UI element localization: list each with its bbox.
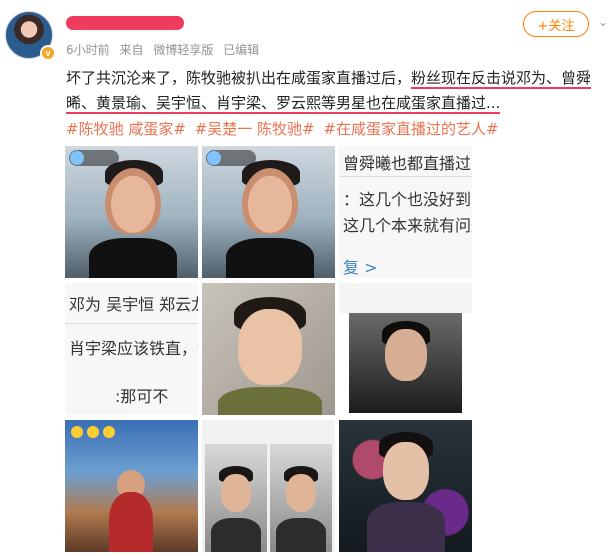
chevron-down-icon[interactable]: ⌄ bbox=[596, 14, 610, 30]
post-header: v 6小时前 来自 微博轻享版 已编辑 +关注 ⌄ bbox=[0, 0, 613, 62]
image-text-card-2[interactable]: 邓为 吴宇恒 郑云龙 肖宇梁应该铁直，谈 :那可不 bbox=[65, 283, 198, 415]
hashtag-row: #陈牧驰 咸蛋家# #吴楚一 陈牧驰# #在咸蛋家直播过的艺人# bbox=[66, 118, 606, 140]
post-header-strip bbox=[339, 283, 472, 313]
face-shape bbox=[238, 309, 302, 385]
image-magazine-post[interactable] bbox=[339, 283, 472, 415]
face-shape bbox=[286, 474, 316, 512]
face-shape bbox=[105, 168, 161, 234]
image-livestream-2[interactable] bbox=[202, 146, 335, 278]
shirt-shape bbox=[211, 518, 261, 552]
magazine-photo bbox=[349, 313, 462, 413]
jacket-shape bbox=[218, 387, 322, 415]
divider bbox=[339, 176, 472, 177]
image-floral-portrait[interactable] bbox=[339, 420, 472, 552]
text-card-line-1: 邓为 吴宇恒 郑云龙 bbox=[69, 295, 198, 314]
image-portrait-selfie[interactable] bbox=[202, 283, 335, 415]
text-card-line-1: 曾舜曦也都直播过 bbox=[343, 154, 472, 173]
person-shape bbox=[109, 492, 153, 552]
tank-top-shape bbox=[89, 238, 177, 278]
post-edited: 已编辑 bbox=[223, 43, 260, 57]
post-text-part1: 坏了共沉沦来了，陈牧驰被扒出在咸蛋家直播过后， bbox=[66, 69, 412, 87]
text-card-line-2: 肖宇梁应该铁直，谈 bbox=[69, 339, 198, 358]
shirt-shape bbox=[276, 518, 326, 552]
image-grid: 曾舜曦也都直播过 ：这几个也没好到哪 这几个本来就有问题 复 > 邓为 吴宇恒 … bbox=[65, 146, 472, 556]
gift-icon bbox=[87, 426, 99, 438]
tank-top-shape bbox=[226, 238, 314, 278]
face-shape bbox=[242, 168, 298, 234]
hashtag-1[interactable]: #陈牧驰 咸蛋家# bbox=[66, 120, 186, 138]
hashtag-2[interactable]: #吴楚一 陈牧驰# bbox=[195, 120, 315, 138]
body-shape bbox=[367, 502, 445, 552]
gift-icon bbox=[71, 426, 83, 438]
post-body: 坏了共沉沦来了，陈牧驰被扒出在咸蛋家直播过后，粉丝现在反击说邓为、曾舜晞、黄景瑜… bbox=[66, 66, 606, 116]
hashtag-3[interactable]: #在咸蛋家直播过的艺人# bbox=[323, 120, 498, 138]
stream-panel-left bbox=[205, 444, 267, 552]
text-card-line-3: :那可不 bbox=[115, 387, 169, 406]
post-time: 6小时前 bbox=[66, 43, 110, 57]
image-outdoor-livestream[interactable] bbox=[65, 420, 198, 552]
text-card-line-4: 复 > bbox=[343, 258, 378, 277]
follow-button[interactable]: +关注 bbox=[523, 11, 589, 37]
stream-panel-right bbox=[270, 444, 332, 552]
post-meta: 6小时前 来自 微博轻享版 已编辑 bbox=[66, 41, 265, 58]
streamer-avatar-icon bbox=[207, 151, 221, 165]
image-text-card-1[interactable]: 曾舜曦也都直播过 ：这几个也没好到哪 这几个本来就有问题 复 > bbox=[339, 146, 472, 278]
image-livestream-1[interactable] bbox=[65, 146, 198, 278]
verified-badge-icon: v bbox=[40, 45, 56, 61]
image-double-livestream[interactable] bbox=[202, 420, 335, 552]
text-card-line-3: 这几个本来就有问题 bbox=[343, 216, 472, 235]
post-source[interactable]: 微博轻享版 bbox=[153, 43, 213, 57]
streamer-avatar-icon bbox=[70, 151, 84, 165]
gift-icon bbox=[103, 426, 115, 438]
face-shape bbox=[383, 442, 429, 500]
author-name-redacted[interactable] bbox=[66, 16, 184, 30]
face-shape bbox=[385, 329, 427, 381]
text-card-line-2: ：这几个也没好到哪 bbox=[343, 190, 472, 209]
face-shape bbox=[221, 474, 251, 512]
divider bbox=[65, 323, 198, 324]
post-source-prefix: 来自 bbox=[119, 43, 144, 57]
